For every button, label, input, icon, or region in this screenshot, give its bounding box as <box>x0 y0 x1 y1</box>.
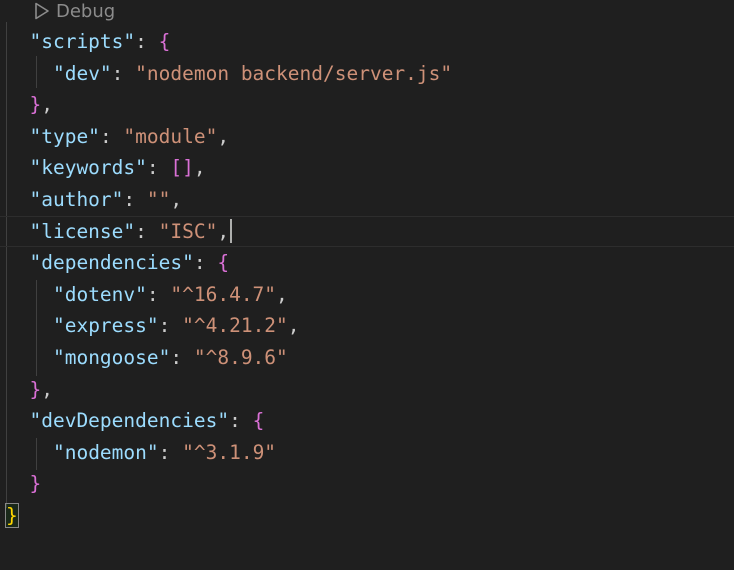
bracket: { <box>158 30 171 53</box>
punctuation: , <box>170 188 183 211</box>
json-key: "dependencies" <box>29 251 194 275</box>
json-string: "^8.9.6" <box>193 346 288 369</box>
punctuation: : <box>111 61 136 85</box>
json-key: "nodemon" <box>52 440 159 464</box>
punctuation: : <box>135 30 159 53</box>
json-key: "express" <box>52 314 159 338</box>
punctuation: , <box>41 377 53 401</box>
bracket: } <box>29 472 42 496</box>
punctuation: , <box>287 314 300 338</box>
code-line: "dependencies": { <box>0 247 734 279</box>
code-line: "author": "", <box>0 184 734 216</box>
text-cursor <box>230 218 233 243</box>
code-line: "scripts": { <box>0 26 734 58</box>
punctuation: : <box>146 282 171 306</box>
punctuation: , <box>193 156 206 180</box>
punctuation: : <box>229 409 253 433</box>
json-key: "scripts" <box>29 30 136 53</box>
debug-codelens-label: Debug <box>56 0 116 22</box>
root-bracket: } <box>5 503 19 528</box>
code-line: } <box>0 500 734 532</box>
json-key: "author" <box>29 188 124 211</box>
json-string: "^16.4.7" <box>170 282 277 306</box>
code-line: }, <box>0 374 734 406</box>
json-string: "^4.21.2" <box>182 314 288 338</box>
json-string: "module" <box>123 124 218 148</box>
json-string: "ISC" <box>158 219 218 243</box>
json-key: "dev" <box>52 61 112 85</box>
punctuation: : <box>158 440 183 464</box>
play-outline-icon <box>35 2 49 20</box>
json-string: "nodemon backend/server.js" <box>135 61 453 85</box>
code-editor[interactable]: Debug "scripts": { "dev": "nodemon backe… <box>0 0 734 570</box>
punctuation: : <box>123 188 147 211</box>
json-key: "devDependencies" <box>29 409 230 433</box>
punctuation: , <box>217 124 230 148</box>
code-line: "license": "ISC", <box>0 215 734 248</box>
punctuation: , <box>41 93 53 117</box>
code-line: "devDependencies": { <box>0 405 734 437</box>
punctuation: : <box>193 251 218 275</box>
code-line: "keywords": [], <box>0 152 734 184</box>
json-string: "^3.1.9" <box>182 440 277 464</box>
json-string: "" <box>146 188 171 211</box>
code-line: "type": "module", <box>0 121 734 153</box>
punctuation: , <box>217 219 230 243</box>
json-key: "mongoose" <box>52 346 171 369</box>
bracket: } <box>29 93 42 117</box>
bracket: } <box>29 377 42 401</box>
json-key: "dotenv" <box>52 282 147 306</box>
json-key: "license" <box>29 219 136 243</box>
punctuation: : <box>158 314 183 338</box>
code-line: "mongoose": "^8.9.6" <box>0 342 734 374</box>
punctuation: : <box>135 219 159 243</box>
code-line: "dev": "nodemon backend/server.js" <box>0 58 734 90</box>
json-key: "keywords" <box>29 156 147 180</box>
bracket: { <box>217 251 230 275</box>
code-line: "express": "^4.21.2", <box>0 310 734 342</box>
code-line: "dotenv": "^16.4.7", <box>0 279 734 311</box>
code-line: }, <box>0 89 734 121</box>
debug-codelens[interactable]: Debug <box>34 0 115 22</box>
punctuation: : <box>146 156 171 180</box>
bracket: [] <box>170 156 194 180</box>
punctuation: : <box>170 346 194 369</box>
code-line: "nodemon": "^3.1.9" <box>0 437 734 469</box>
json-key: "type" <box>29 124 100 148</box>
punctuation: , <box>276 282 288 306</box>
code-line: } <box>0 468 734 500</box>
punctuation: : <box>99 124 124 148</box>
bracket: { <box>252 409 265 433</box>
